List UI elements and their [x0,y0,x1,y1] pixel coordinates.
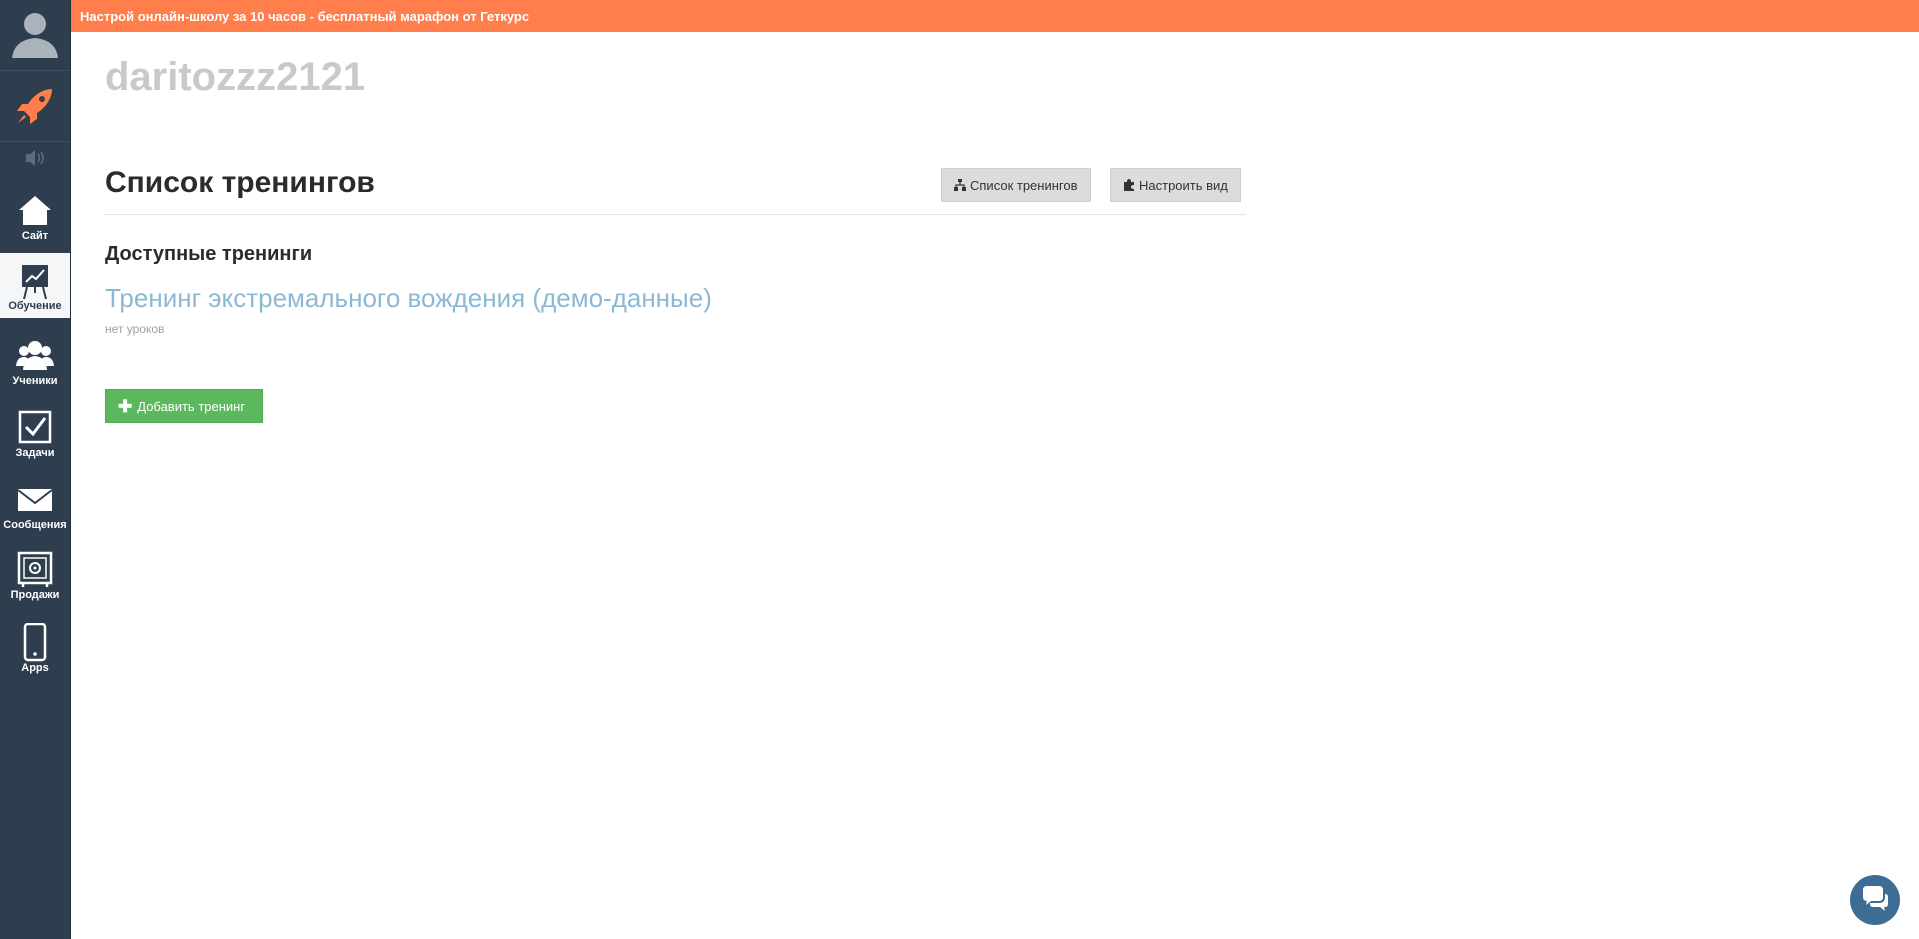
sidebar-item-label: Apps [21,662,49,674]
sitemap-icon [954,179,966,191]
customize-view-button[interactable]: Настроить вид [1110,168,1241,202]
available-trainings-heading: Доступные тренинги [105,243,313,265]
customize-view-button-label: Настроить вид [1139,178,1228,193]
user-avatar-icon [12,13,58,58]
add-training-button[interactable]: ✚ Добавить тренинг [105,389,263,423]
sidebar-item-apps[interactable]: Apps [0,615,70,685]
rocket-button[interactable] [0,71,70,142]
speaker-button[interactable] [0,143,70,173]
sidebar-item-tasks[interactable]: Задачи [0,400,70,470]
chat-button[interactable] [1850,875,1900,925]
envelope-icon [17,489,53,511]
presentation-chart-icon [22,265,48,300]
page-title: Список тренингов [105,166,375,199]
training-list-button-label: Список тренингов [970,178,1078,193]
sidebar-item-sales[interactable]: Продажи [0,542,70,612]
promo-banner[interactable]: Настрой онлайн-школу за 10 часов - беспл… [71,0,1919,32]
sidebar-item-learning[interactable]: Обучение [0,253,70,318]
home-icon [19,196,51,225]
plus-icon: ✚ [118,397,133,416]
sidebar-item-label: Обучение [8,300,62,312]
sidebar-item-label: Сайт [21,230,49,242]
promo-banner-text[interactable]: Настрой онлайн-школу за 10 часов - беспл… [80,9,529,24]
sidebar-item-label: Задачи [15,447,55,459]
training-link[interactable]: Тренинг экстремального вождения (демо-да… [105,283,712,314]
checkbox-icon [18,410,52,444]
training-lessons-count: нет уроков [105,322,165,336]
sidebar-item-students[interactable]: Ученики [0,328,70,398]
sidebar-item-messages[interactable]: Сообщения [0,472,70,542]
rocket-icon [17,89,52,124]
safe-icon [17,551,53,587]
users-icon [16,341,54,370]
chat-bubbles-icon [1863,886,1888,911]
sidebar-item-label: Продажи [10,589,60,601]
training-list-button[interactable]: Список тренингов [941,168,1091,202]
header-divider [105,214,1246,215]
speaker-icon [26,150,44,166]
username-heading: daritozzz2121 [105,55,366,99]
sidebar: Сайт Обучение Ученики Задачи Сообщения П… [0,0,71,939]
user-avatar[interactable] [0,0,70,71]
sidebar-item-site[interactable]: Сайт [0,183,70,253]
add-training-button-label: Добавить тренинг [137,399,246,414]
mobile-icon [23,623,47,662]
sidebar-item-label: Ученики [12,375,58,387]
puzzle-icon [1124,179,1134,191]
sidebar-item-label: Сообщения [3,519,67,531]
